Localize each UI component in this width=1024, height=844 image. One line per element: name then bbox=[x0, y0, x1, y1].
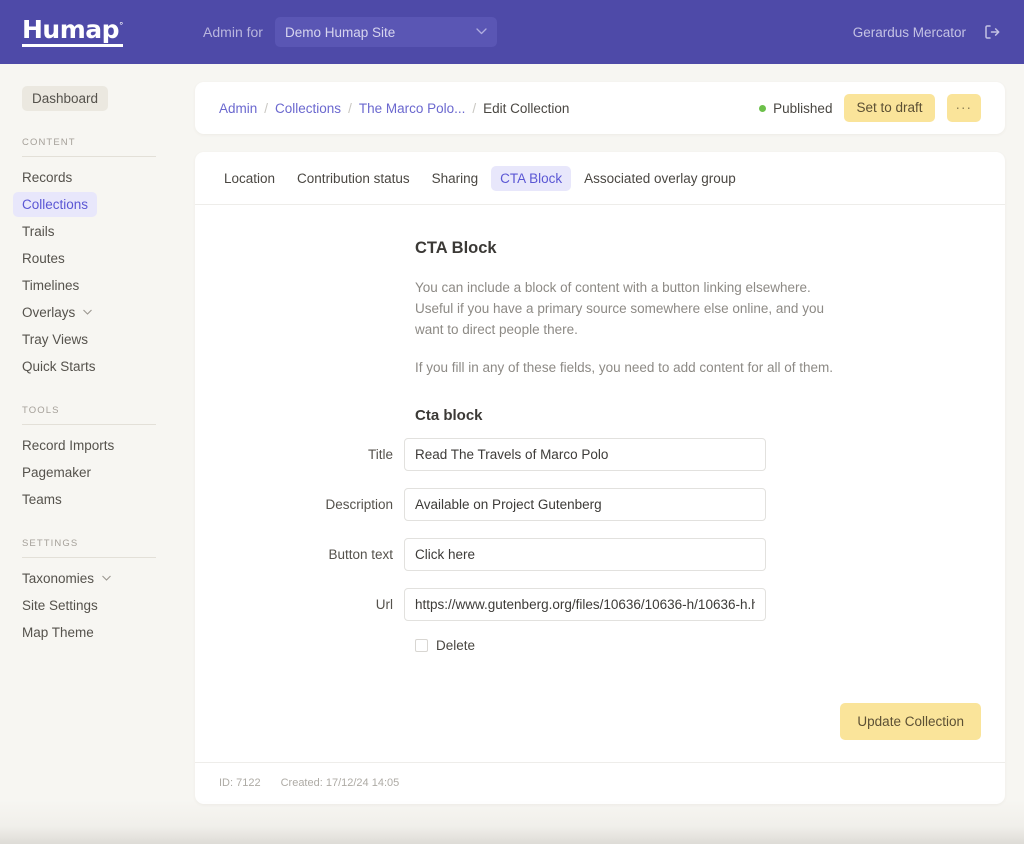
chevron-down-icon bbox=[476, 27, 487, 38]
site-select-value: Demo Humap Site bbox=[284, 24, 396, 40]
caret-down-icon bbox=[102, 575, 111, 583]
user-name: Gerardus Mercator bbox=[852, 24, 966, 40]
sidebar-item-label: Pagemaker bbox=[22, 465, 92, 480]
record-created: Created: 17/12/24 14:05 bbox=[280, 777, 400, 789]
sidebar-group-title: TOOLS bbox=[22, 405, 156, 425]
sidebar-item-quick-starts[interactable]: Quick Starts bbox=[13, 354, 105, 379]
sidebar-item-label: Timelines bbox=[22, 278, 80, 293]
sidebar-item-pagemaker[interactable]: Pagemaker bbox=[13, 460, 100, 485]
sidebar-item-label: Taxonomies bbox=[22, 571, 95, 586]
page-title: CTA Block bbox=[415, 239, 497, 257]
sidebar-group-title: CONTENT bbox=[22, 137, 156, 157]
sidebar-item-label: Site Settings bbox=[22, 598, 98, 613]
sidebar-item-trails[interactable]: Trails bbox=[13, 219, 64, 244]
tab-sharing[interactable]: Sharing bbox=[423, 166, 488, 191]
humap-logo[interactable]: Humap° bbox=[22, 15, 124, 47]
help-paragraph-1: You can include a block of content with … bbox=[415, 280, 824, 337]
delete-checkbox[interactable] bbox=[415, 638, 428, 652]
sidebar-item-label: Records bbox=[22, 170, 73, 185]
label-url: Url bbox=[375, 596, 393, 612]
button-text-field[interactable] bbox=[404, 537, 766, 571]
title-field[interactable] bbox=[404, 437, 766, 471]
sidebar-item-collections[interactable]: Collections bbox=[13, 192, 98, 217]
sidebar-item-teams[interactable]: Teams bbox=[13, 487, 71, 512]
record-meta-bar: ID: 7122 Created: 17/12/24 14:05 bbox=[195, 762, 1005, 804]
tab-contribution-status[interactable]: Contribution status bbox=[288, 166, 419, 191]
form-row-button-text: Button text bbox=[219, 537, 981, 571]
description-field[interactable] bbox=[404, 487, 766, 521]
admin-for-label: Admin for bbox=[203, 24, 263, 40]
label-button-text: Button text bbox=[328, 546, 393, 562]
update-collection-button[interactable]: Update Collection bbox=[840, 703, 981, 740]
breadcrumb-item-collection-name[interactable]: The Marco Polo... bbox=[359, 101, 466, 116]
sidebar-item-label: Record Imports bbox=[22, 438, 115, 453]
breadcrumb-item-current: Edit Collection bbox=[483, 100, 570, 116]
record-id: ID: 7122 bbox=[219, 777, 261, 789]
sidebar-item-label: Overlays bbox=[22, 305, 76, 320]
sidebar-item-label: Teams bbox=[22, 492, 62, 507]
url-field[interactable] bbox=[404, 587, 766, 621]
label-description: Description bbox=[325, 496, 393, 512]
tab-location[interactable]: Location bbox=[215, 166, 284, 191]
delete-checkbox-label[interactable]: Delete bbox=[436, 638, 475, 653]
tab-cta-block[interactable]: CTA Block bbox=[491, 166, 572, 191]
edit-collection-card: Location Contribution status Sharing CTA… bbox=[195, 152, 1005, 804]
sidebar-item-taxonomies[interactable]: Taxonomies bbox=[13, 566, 120, 591]
sidebar-item-label: Quick Starts bbox=[22, 359, 96, 374]
sidebar-item-map-theme[interactable]: Map Theme bbox=[13, 620, 103, 645]
status-dot-icon bbox=[759, 104, 767, 112]
sidebar-item-site-settings[interactable]: Site Settings bbox=[13, 593, 107, 618]
sidebar-item-tray-views[interactable]: Tray Views bbox=[13, 327, 97, 352]
top-navigation-bar: Humap° Admin for Demo Humap Site Gerardu… bbox=[0, 0, 1024, 64]
breadcrumb-separator: / bbox=[348, 100, 352, 116]
logo-registered-mark: ° bbox=[119, 21, 124, 32]
sidebar-item-label: Trails bbox=[22, 224, 55, 239]
sidebar-item-label: Routes bbox=[22, 251, 65, 266]
form-row-description: Description bbox=[219, 487, 981, 521]
sidebar-group-title: SETTINGS bbox=[22, 538, 156, 558]
label-title: Title bbox=[367, 446, 393, 462]
sidebar-item-records[interactable]: Records bbox=[13, 165, 81, 190]
form-row-title: Title bbox=[219, 437, 981, 471]
breadcrumb: Admin / Collections / The Marco Polo... … bbox=[219, 101, 569, 116]
sidebar-item-label: Dashboard bbox=[32, 91, 99, 106]
status-badge: Published bbox=[759, 101, 832, 116]
page-layout: Dashboard CONTENT Records Collections Tr… bbox=[0, 64, 1024, 844]
sidebar-item-record-imports[interactable]: Record Imports bbox=[13, 433, 123, 458]
sidebar-item-routes[interactable]: Routes bbox=[13, 246, 74, 271]
panel-footer: Update Collection bbox=[195, 703, 1005, 762]
status-label: Published bbox=[773, 100, 833, 116]
sidebar-group-content: CONTENT Records Collections Trails Route… bbox=[0, 137, 178, 379]
breadcrumb-item-admin[interactable]: Admin bbox=[219, 101, 257, 116]
sidebar-item-dashboard[interactable]: Dashboard bbox=[22, 86, 109, 111]
form-row-url: Url bbox=[219, 587, 981, 621]
tab-bar: Location Contribution status Sharing CTA… bbox=[195, 152, 1005, 205]
site-select[interactable]: Demo Humap Site bbox=[274, 17, 497, 47]
sidebar-item-label: Map Theme bbox=[22, 625, 94, 640]
more-options-button[interactable]: ··· bbox=[946, 93, 981, 123]
caret-down-icon bbox=[83, 309, 93, 317]
sidebar-item-label: Collections bbox=[22, 197, 89, 212]
sidebar-item-timelines[interactable]: Timelines bbox=[13, 273, 88, 298]
help-paragraph-2: If you fill in any of these fields, you … bbox=[415, 359, 833, 375]
sidebar-item-label: Tray Views bbox=[22, 332, 89, 347]
set-to-draft-button[interactable]: Set to draft bbox=[844, 93, 935, 123]
breadcrumb-separator: / bbox=[472, 100, 477, 116]
breadcrumb-actions: Published Set to draft ··· bbox=[759, 93, 981, 123]
cta-block-subtitle: Cta block bbox=[415, 406, 483, 424]
topbar-right-group: Gerardus Mercator bbox=[853, 22, 1002, 42]
cta-block-panel: CTA Block You can include a block of con… bbox=[195, 205, 1005, 703]
tab-associated-overlay-group[interactable]: Associated overlay group bbox=[575, 166, 745, 191]
delete-checkbox-row: Delete bbox=[219, 638, 981, 653]
logo-text: Humap bbox=[22, 15, 120, 44]
logout-icon[interactable] bbox=[982, 22, 1002, 42]
sidebar-group-settings: SETTINGS Taxonomies Site Settings Map Th… bbox=[0, 538, 178, 645]
sidebar: Dashboard CONTENT Records Collections Tr… bbox=[0, 64, 178, 844]
breadcrumb-item-collections[interactable]: Collections bbox=[275, 101, 341, 116]
sidebar-item-overlays[interactable]: Overlays bbox=[13, 300, 101, 325]
breadcrumb-separator: / bbox=[264, 100, 269, 116]
sidebar-group-tools: TOOLS Record Imports Pagemaker Teams bbox=[0, 405, 178, 512]
breadcrumb-bar: Admin / Collections / The Marco Polo... … bbox=[195, 82, 1005, 134]
main-content: Admin / Collections / The Marco Polo... … bbox=[178, 64, 1024, 844]
